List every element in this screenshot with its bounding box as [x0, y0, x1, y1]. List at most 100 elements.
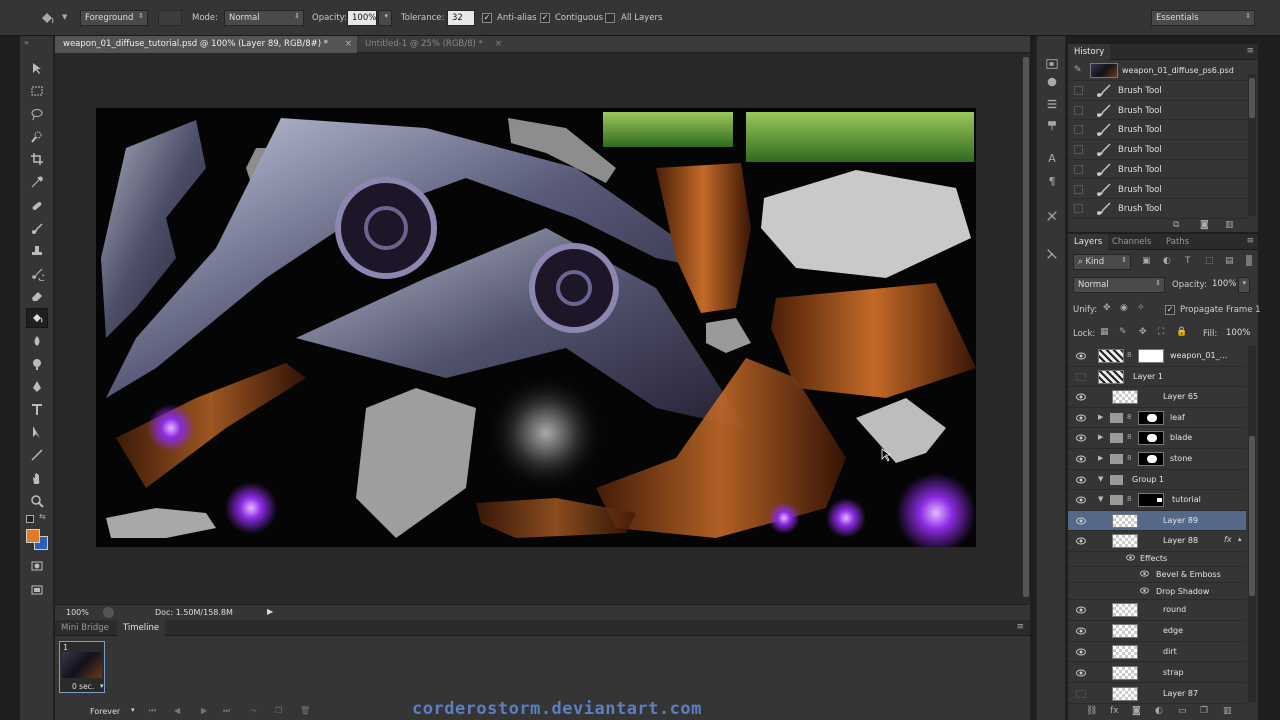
history-scrollbar[interactable]	[1248, 74, 1256, 216]
screen-mode-icon[interactable]	[26, 580, 48, 600]
eye-icon[interactable]	[1076, 434, 1086, 442]
close-icon[interactable]: ×	[345, 39, 352, 49]
history-item[interactable]: Brush Tool	[1068, 120, 1248, 141]
tab-layers[interactable]: Layers	[1068, 234, 1109, 250]
collapse-icon[interactable]: »	[24, 38, 29, 47]
fill-source-dropdown[interactable]: Foreground ⇕	[80, 10, 148, 26]
clone-stamp-tool-icon[interactable]	[26, 241, 48, 261]
paragraph-icon[interactable]: ¶	[1044, 173, 1060, 189]
tab-weapon-diffuse[interactable]: weapon_01_diffuse_tutorial.psd @ 100% (L…	[55, 36, 357, 53]
previous-frame-icon[interactable]: ◀	[174, 706, 180, 715]
panel-menu-icon[interactable]: ≡	[1246, 236, 1254, 246]
actions-icon[interactable]	[1044, 74, 1060, 90]
add-layer-style-icon[interactable]: fx	[1110, 706, 1119, 716]
filter-smart-object-icon[interactable]: ▤	[1225, 256, 1234, 266]
workspace-dropdown[interactable]: Essentials ⇕	[1151, 10, 1255, 26]
history-item[interactable]: Brush Tool	[1068, 199, 1248, 219]
visibility-off-box[interactable]	[1076, 689, 1086, 698]
new-adjustment-layer-icon[interactable]: ◐	[1155, 706, 1163, 716]
eye-icon[interactable]	[1076, 606, 1086, 614]
scroll-thumb[interactable]	[1249, 436, 1255, 596]
status-menu-arrow-icon[interactable]: ▶	[267, 607, 273, 616]
eye-icon[interactable]	[1076, 414, 1086, 422]
propagate-frame-checkbox[interactable]: ✓	[1165, 305, 1175, 315]
adjustments-icon[interactable]	[1044, 96, 1060, 112]
history-snapshot-checkbox[interactable]	[1074, 125, 1083, 135]
layer-row[interactable]: Layer 65	[1068, 387, 1246, 408]
tab-untitled-1[interactable]: Untitled-1 @ 25% (RGB/8) * ×	[357, 36, 507, 53]
quick-mask-icon[interactable]	[26, 556, 48, 576]
history-snapshot-checkbox[interactable]	[1074, 204, 1083, 214]
new-group-icon[interactable]: ▭	[1178, 706, 1187, 716]
history-snapshot-checkbox[interactable]	[1074, 105, 1083, 115]
history-snapshot-checkbox[interactable]	[1074, 164, 1083, 174]
filter-shape-icon[interactable]: ⬚	[1205, 256, 1214, 266]
scroll-thumb[interactable]	[1023, 57, 1029, 597]
tab-mini-bridge[interactable]: Mini Bridge	[55, 620, 115, 636]
history-snapshot-checkbox[interactable]	[1074, 86, 1083, 95]
default-colors-icon[interactable]	[26, 515, 34, 523]
chevron-down-icon[interactable]: ▾	[100, 682, 104, 690]
character-icon[interactable]: A	[1044, 150, 1060, 166]
filter-type-icon[interactable]: T	[1185, 256, 1191, 266]
layer-row[interactable]: dirt	[1068, 642, 1246, 663]
trash-icon[interactable]: 🗑	[300, 706, 310, 715]
eye-icon[interactable]	[1076, 517, 1086, 525]
path-selection-tool-icon[interactable]	[26, 422, 48, 442]
pattern-swatch[interactable]	[158, 10, 182, 26]
anti-alias-checkbox[interactable]: ✓	[482, 13, 492, 23]
lock-transparent-icon[interactable]: ▦	[1100, 327, 1109, 337]
expand-arrow-icon[interactable]: ▶	[1098, 413, 1103, 421]
move-tool-icon[interactable]	[26, 58, 48, 78]
tool-preset-arrow-icon[interactable]: ▼	[62, 13, 67, 21]
paint-bucket-tool-icon[interactable]	[38, 9, 56, 27]
layer-row[interactable]: Effects	[1068, 551, 1246, 567]
layer-row[interactable]: ▶ 8 leaf	[1068, 408, 1246, 429]
layer-row[interactable]: 8 weapon_01_...	[1068, 346, 1246, 367]
tab-history[interactable]: History	[1068, 44, 1111, 60]
first-frame-icon[interactable]: ⏮	[149, 706, 156, 716]
duplicate-frame-icon[interactable]: ❐	[275, 706, 282, 715]
paint-bucket-tool-active-icon[interactable]	[26, 308, 48, 328]
eye-icon[interactable]	[1076, 648, 1086, 656]
layer-row[interactable]: Bevel & Emboss	[1068, 567, 1246, 583]
layer-effects-icon[interactable]: fx	[1224, 535, 1232, 544]
history-item[interactable]: Brush Tool	[1068, 101, 1248, 121]
eyedropper-tool-icon[interactable]	[26, 172, 48, 192]
history-brush-tool-icon[interactable]	[26, 264, 48, 284]
lock-artboard-icon[interactable]: ⛶	[1158, 327, 1164, 337]
visibility-off-box[interactable]	[1076, 372, 1086, 381]
contiguous-checkbox[interactable]: ✓	[540, 13, 550, 23]
loop-dropdown[interactable]: Forever	[90, 707, 120, 716]
dodge-tool-icon[interactable]	[26, 354, 48, 374]
history-item[interactable]: Brush Tool	[1068, 140, 1248, 160]
trash-icon[interactable]: ▥	[1223, 706, 1232, 716]
opacity-slider-toggle[interactable]: ▾	[1238, 277, 1250, 293]
eye-icon[interactable]	[1076, 476, 1086, 484]
new-layer-icon[interactable]: ❐	[1200, 706, 1208, 716]
filter-pixel-icon[interactable]: ▣	[1142, 256, 1151, 266]
next-frame-icon[interactable]: ⏭	[223, 706, 230, 716]
lasso-tool-icon[interactable]	[26, 104, 48, 124]
history-snapshot-checkbox[interactable]	[1074, 184, 1083, 194]
tween-icon[interactable]: ⤳	[250, 706, 256, 716]
collapse-arrow-icon[interactable]: ▼	[1098, 495, 1103, 503]
pen-tool-icon[interactable]	[26, 377, 48, 397]
animation-frame[interactable]: 1 0 sec. ▾	[59, 641, 105, 693]
history-item[interactable]: Brush Tool	[1068, 180, 1248, 200]
quick-selection-tool-icon[interactable]	[26, 127, 48, 147]
eye-icon[interactable]	[1076, 455, 1086, 463]
chevron-down-icon[interactable]: ▾	[131, 706, 135, 714]
eye-icon[interactable]	[1076, 627, 1086, 635]
layer-row[interactable]: fx ▴ Layer 88	[1068, 531, 1246, 552]
vertical-scrollbar[interactable]	[1022, 53, 1030, 604]
blur-tool-icon[interactable]	[26, 331, 48, 351]
lock-all-icon[interactable]: 🔒	[1176, 327, 1187, 337]
tool-presets-icon[interactable]	[1044, 208, 1060, 224]
foreground-color-swatch[interactable]	[26, 529, 40, 543]
layer-filter-dropdown[interactable]: ⌕ Kind ⇕	[1073, 254, 1131, 270]
brush-presets-icon[interactable]	[1044, 118, 1060, 134]
lock-image-icon[interactable]: ✎	[1119, 327, 1127, 337]
history-item[interactable]: Brush Tool	[1068, 81, 1248, 101]
layer-row[interactable]: Layer 87	[1068, 684, 1246, 704]
